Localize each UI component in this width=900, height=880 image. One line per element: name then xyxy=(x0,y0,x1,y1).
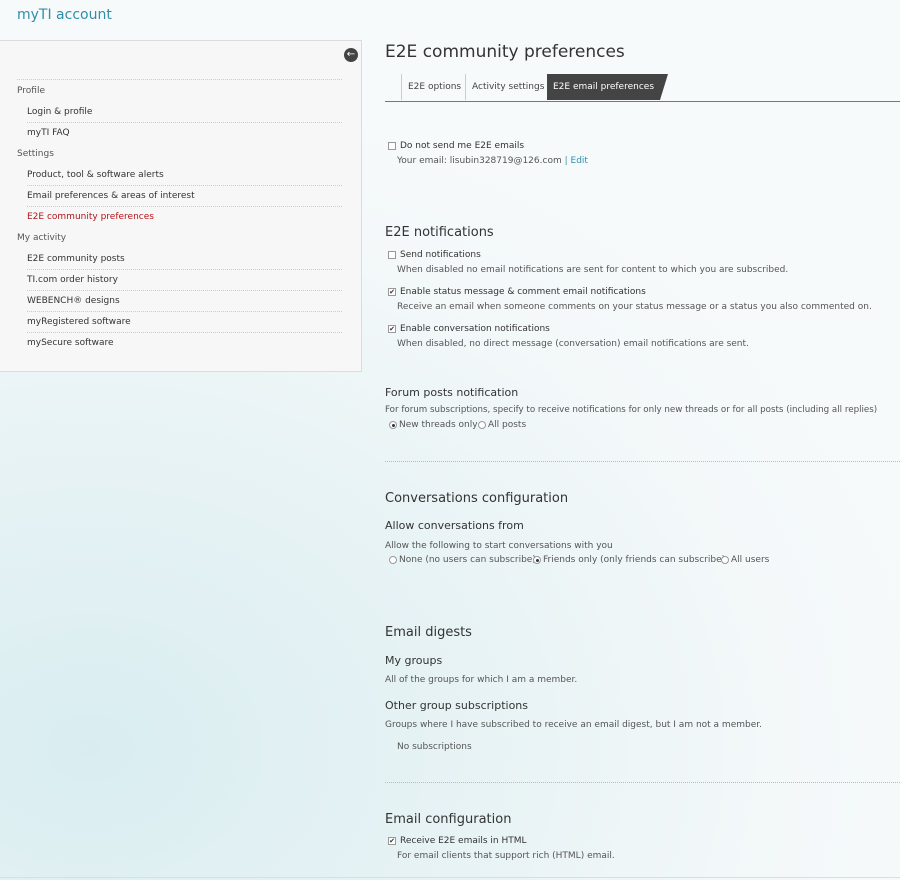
conversations-all-label: All users xyxy=(731,555,770,565)
sidebar-item-alerts[interactable]: Product, tool & software alerts xyxy=(0,165,362,186)
section-divider xyxy=(385,782,900,783)
conversation-notifications-checkbox[interactable]: ✔ xyxy=(388,325,396,333)
tab-e2e-options[interactable]: E2E options xyxy=(401,74,467,100)
forum-desc: For forum subscriptions, specify to rece… xyxy=(385,405,878,415)
send-notifications-checkbox[interactable] xyxy=(388,251,396,259)
allow-conversations-heading: Allow conversations from xyxy=(385,519,524,532)
sidebar-group-settings: Settings xyxy=(17,149,54,159)
send-notifications-label: Send notifications xyxy=(400,250,481,260)
sidebar-item-e2e-posts[interactable]: E2E community posts xyxy=(0,249,362,270)
sidebar-divider xyxy=(17,79,342,80)
tab-e2e-email-preferences[interactable]: E2E email preferences xyxy=(547,74,669,100)
sidebar-item-myregistered[interactable]: myRegistered software xyxy=(0,312,362,333)
conversations-friends-label: Friends only (only friends can subscribe… xyxy=(543,555,726,565)
top-bar: myTI account xyxy=(0,0,900,40)
your-email-text: Your email: lisubin328719@126.com xyxy=(397,156,562,166)
status-comment-desc: Receive an email when someone comments o… xyxy=(397,302,872,312)
other-subscriptions-heading: Other group subscriptions xyxy=(385,699,528,712)
sidebar-item-e2e-preferences[interactable]: E2E community preferences xyxy=(0,207,362,228)
sidebar-item-mysecure[interactable]: mySecure software xyxy=(0,333,362,354)
all-posts-radio[interactable] xyxy=(478,421,486,429)
checkmark-icon: ✔ xyxy=(389,325,395,333)
email-config-heading: Email configuration xyxy=(385,812,512,827)
status-comment-label: Enable status message & comment email no… xyxy=(400,287,646,297)
conversation-notifications-desc: When disabled, no direct message (conver… xyxy=(397,339,749,349)
conversations-none-label: None (no users can subscribe) xyxy=(399,555,536,565)
send-notifications-desc: When disabled no email notifications are… xyxy=(397,265,789,275)
forum-heading: Forum posts notification xyxy=(385,386,519,399)
page-title: E2E community preferences xyxy=(385,42,625,62)
app-title: myTI account xyxy=(17,7,112,23)
sidebar-item-webench[interactable]: WEBENCH® designs xyxy=(0,291,362,312)
sidebar-list: Profile Login & profile myTI FAQ Setting… xyxy=(0,81,362,354)
page-bottom-border xyxy=(0,877,900,878)
sidebar-item-order-history[interactable]: TI.com order history xyxy=(0,270,362,291)
conversations-none-radio[interactable] xyxy=(389,556,397,564)
arrow-left-circle-icon[interactable]: ← xyxy=(344,48,358,62)
sidebar-item-login-profile[interactable]: Login & profile xyxy=(0,102,362,123)
do-not-send-checkbox[interactable] xyxy=(388,142,396,150)
html-emails-checkbox[interactable]: ✔ xyxy=(388,837,396,845)
my-groups-desc: All of the groups for which I am a membe… xyxy=(385,675,578,685)
sidebar-group-my-activity: My activity xyxy=(17,233,67,243)
sidebar-item-myti-faq[interactable]: myTI FAQ xyxy=(0,123,362,144)
checkmark-icon: ✔ xyxy=(389,288,395,296)
conversations-friends-radio[interactable] xyxy=(533,556,541,564)
status-comment-checkbox[interactable]: ✔ xyxy=(388,288,396,296)
conversations-all-radio[interactable] xyxy=(721,556,729,564)
sidebar-group-profile: Profile xyxy=(17,86,45,96)
other-subscriptions-desc: Groups where I have subscribed to receiv… xyxy=(385,720,762,730)
all-posts-label: All posts xyxy=(488,420,527,430)
sidebar-item-email-preferences[interactable]: Email preferences & areas of interest xyxy=(0,186,362,207)
notifications-heading: E2E notifications xyxy=(385,225,494,240)
conversations-heading: Conversations configuration xyxy=(385,491,569,506)
tab-activity-settings[interactable]: Activity settings xyxy=(465,74,550,100)
conversation-notifications-label: Enable conversation notifications xyxy=(400,324,550,334)
email-separator: | xyxy=(564,156,568,166)
html-emails-desc: For email clients that support rich (HTM… xyxy=(397,851,615,861)
new-threads-radio[interactable] xyxy=(389,421,397,429)
edit-email-link[interactable]: Edit xyxy=(571,156,588,166)
tab-bar: E2E options Activity settings E2E email … xyxy=(385,74,900,102)
do-not-send-label: Do not send me E2E emails xyxy=(400,141,525,151)
digests-heading: Email digests xyxy=(385,625,472,640)
new-threads-label: New threads only xyxy=(399,420,478,430)
sidebar: ← Profile Login & profile myTI FAQ Setti… xyxy=(0,40,362,372)
checkmark-icon: ✔ xyxy=(389,837,395,845)
your-email-line: Your email: lisubin328719@126.com | Edit xyxy=(397,156,588,166)
my-groups-heading: My groups xyxy=(385,654,443,667)
html-emails-label: Receive E2E emails in HTML xyxy=(400,836,527,846)
section-divider xyxy=(385,461,900,462)
no-subscriptions-text: No subscriptions xyxy=(397,742,472,752)
allow-conversations-desc: Allow the following to start conversatio… xyxy=(385,541,613,551)
